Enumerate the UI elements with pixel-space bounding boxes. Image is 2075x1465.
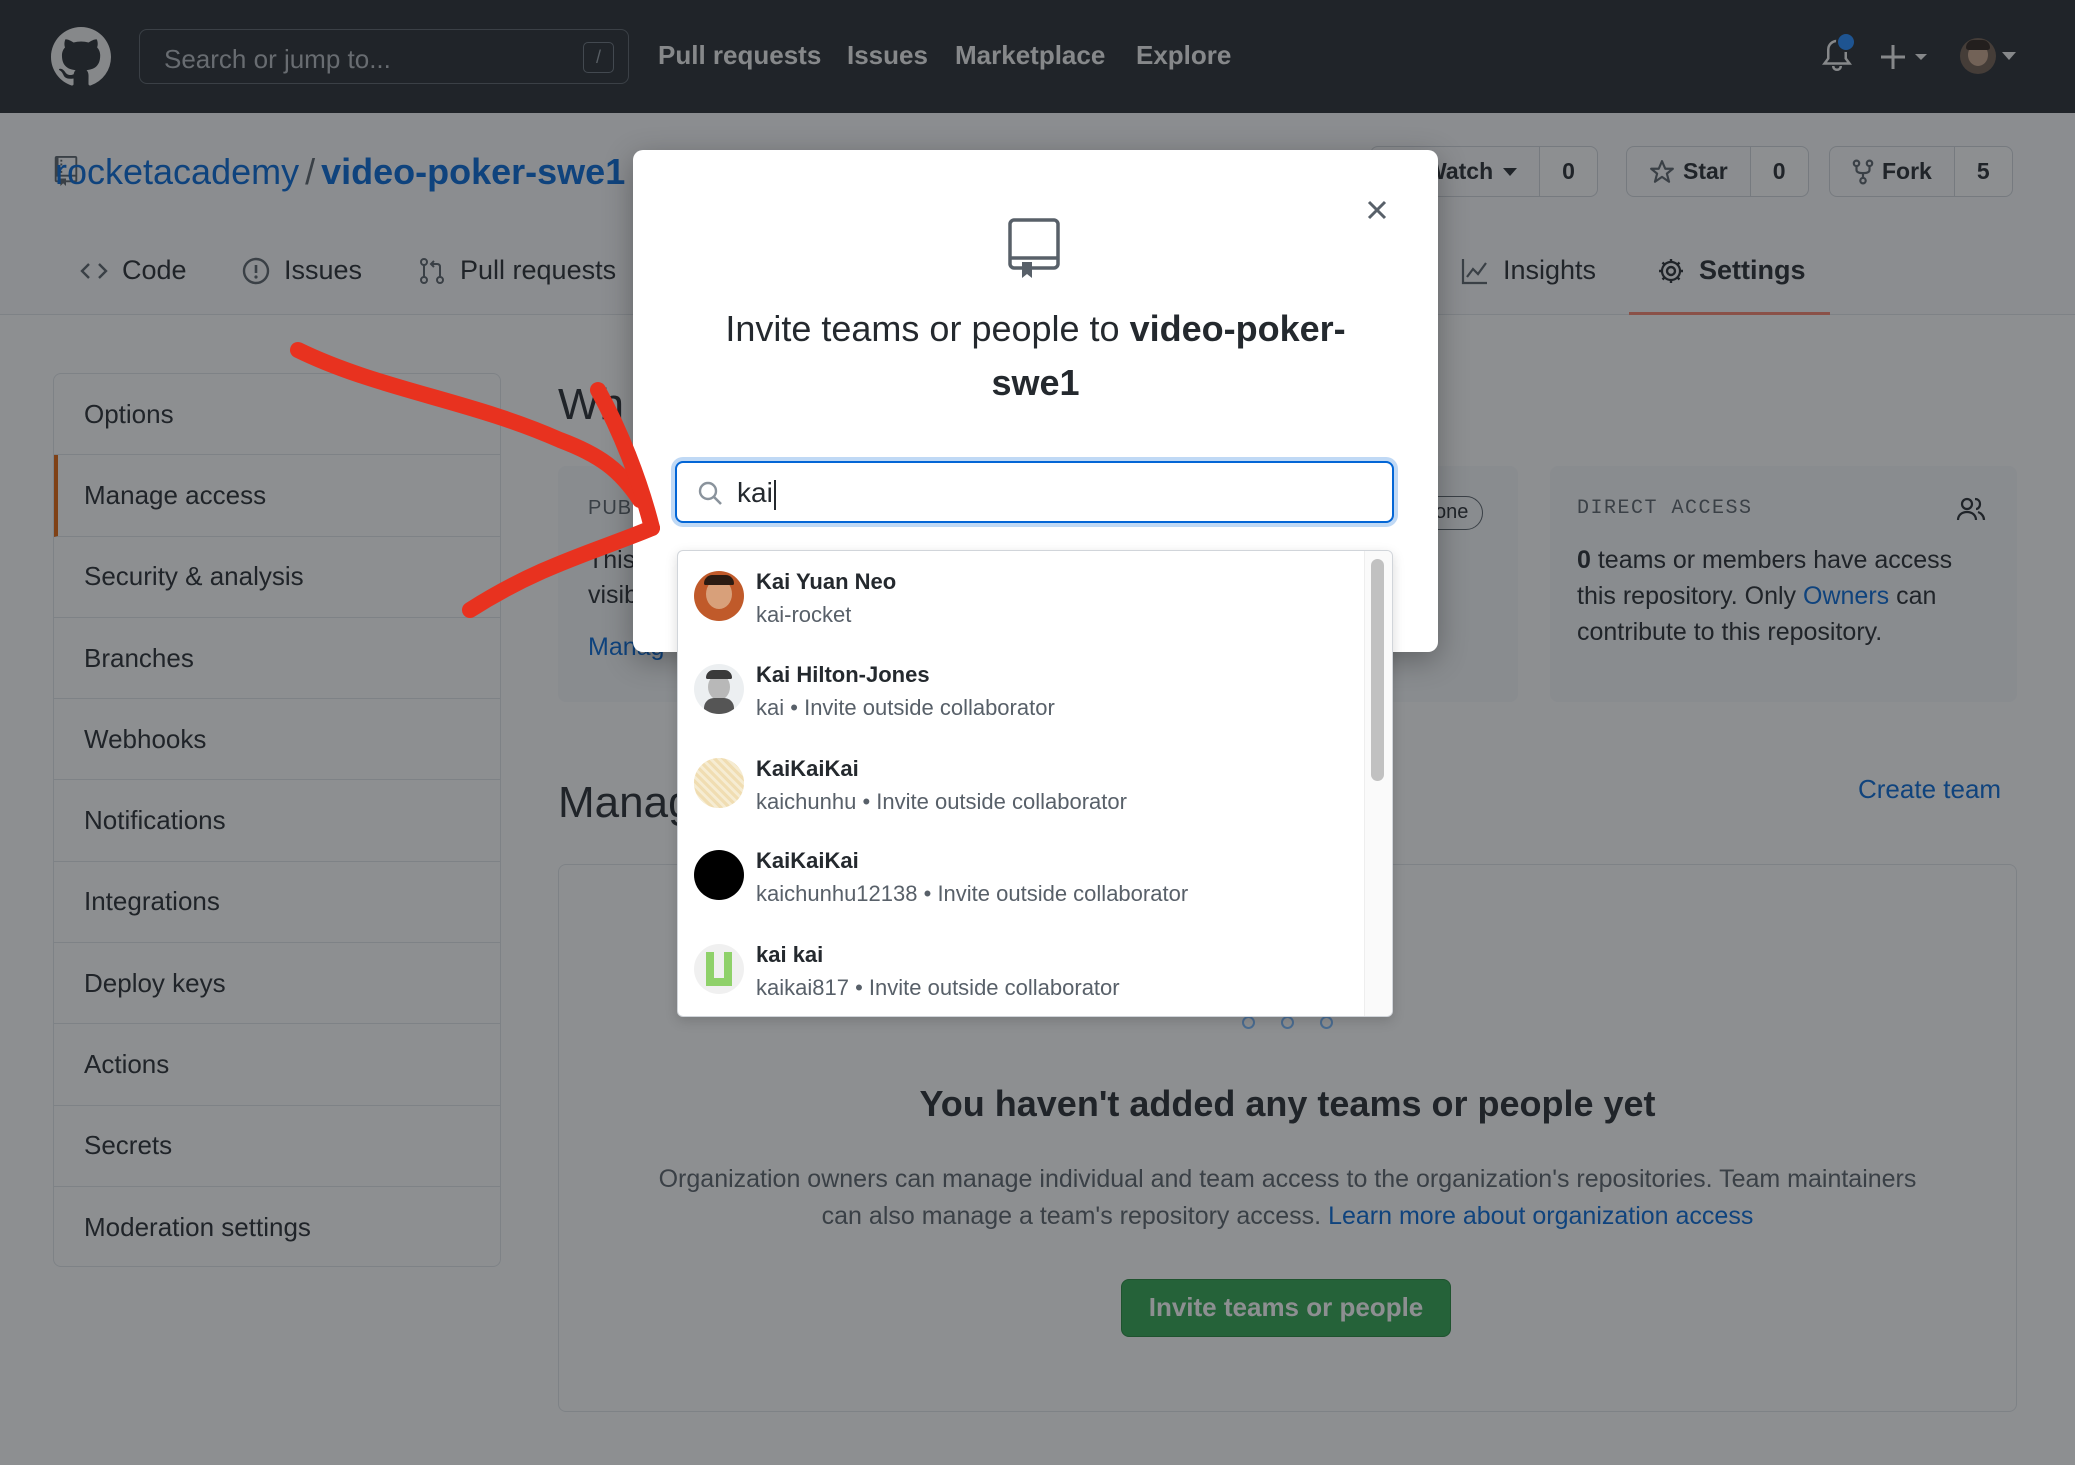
suggestion-detail: kaikai817 • Invite outside collaborator bbox=[756, 975, 1120, 1001]
bullet-separator: • bbox=[790, 695, 798, 720]
suggestion-detail: kaichunhu12138 • Invite outside collabor… bbox=[756, 881, 1188, 907]
suggestion-item[interactable]: Kai Hilton-Jones kai • Invite outside co… bbox=[678, 644, 1358, 737]
close-icon[interactable] bbox=[1362, 195, 1392, 225]
text-caret bbox=[773, 479, 776, 510]
suggestion-item[interactable]: KaiKaiKai kaichunhu12138 • Invite outsid… bbox=[678, 830, 1358, 923]
search-icon bbox=[698, 481, 722, 505]
invite-dialog-title-prefix: Invite teams or people to bbox=[725, 308, 1120, 349]
invite-search-text: kai bbox=[737, 477, 773, 508]
suggestion-name: KaiKaiKai bbox=[756, 756, 859, 781]
invite-dialog-title-repo-1: video-poker- bbox=[1129, 308, 1346, 349]
suggestion-login: kaichunhu bbox=[756, 789, 857, 814]
suggestion-login: kai bbox=[756, 695, 785, 720]
suggestion-note: Invite outside collaborator bbox=[804, 695, 1055, 720]
avatar bbox=[694, 850, 744, 900]
suggestion-item[interactable]: Kai Yuan Neo kai-rocket bbox=[678, 551, 1358, 644]
suggestion-login: kai-rocket bbox=[756, 602, 852, 627]
invite-dialog-title-repo-2: swe1 bbox=[991, 362, 1080, 403]
suggestion-login: kaikai817 bbox=[756, 975, 849, 1000]
invite-search-input[interactable]: kai bbox=[675, 461, 1394, 523]
suggestion-name: Kai Hilton-Jones bbox=[756, 662, 930, 687]
avatar bbox=[694, 758, 744, 808]
suggestion-login: kaichunhu12138 bbox=[756, 881, 918, 906]
suggestion-name: KaiKaiKai bbox=[756, 848, 859, 873]
suggestion-note: Invite outside collaborator bbox=[937, 881, 1189, 906]
avatar bbox=[694, 571, 744, 621]
avatar bbox=[694, 664, 744, 714]
bullet-separator: • bbox=[862, 789, 871, 814]
suggestion-name: kai kai bbox=[756, 942, 824, 967]
invite-dialog-title: Invite teams or people to video-poker- s… bbox=[683, 302, 1388, 410]
suggestion-detail: kaichunhu • Invite outside collaborator bbox=[756, 789, 1127, 815]
suggestion-note: Invite outside collaborator bbox=[876, 789, 1127, 814]
scrollbar-thumb[interactable] bbox=[1371, 559, 1384, 781]
avatar bbox=[694, 944, 744, 994]
suggestion-name: Kai Yuan Neo bbox=[756, 569, 897, 594]
bullet-separator: • bbox=[855, 975, 863, 1000]
repo-icon-large bbox=[1008, 218, 1060, 278]
suggestion-item[interactable]: kai kai kaikai817 • Invite outside colla… bbox=[678, 924, 1358, 1016]
suggestion-detail: kai • Invite outside collaborator bbox=[756, 695, 1055, 721]
suggestion-item[interactable]: KaiKaiKai kaichunhu • Invite outside col… bbox=[678, 738, 1358, 831]
bullet-separator: • bbox=[923, 881, 932, 906]
invite-suggestions-list: Kai Yuan Neo kai-rocket Kai Hilton-Jones… bbox=[677, 550, 1393, 1017]
suggestion-note: Invite outside collaborator bbox=[868, 975, 1120, 1000]
invite-search-value: kai bbox=[737, 477, 776, 510]
